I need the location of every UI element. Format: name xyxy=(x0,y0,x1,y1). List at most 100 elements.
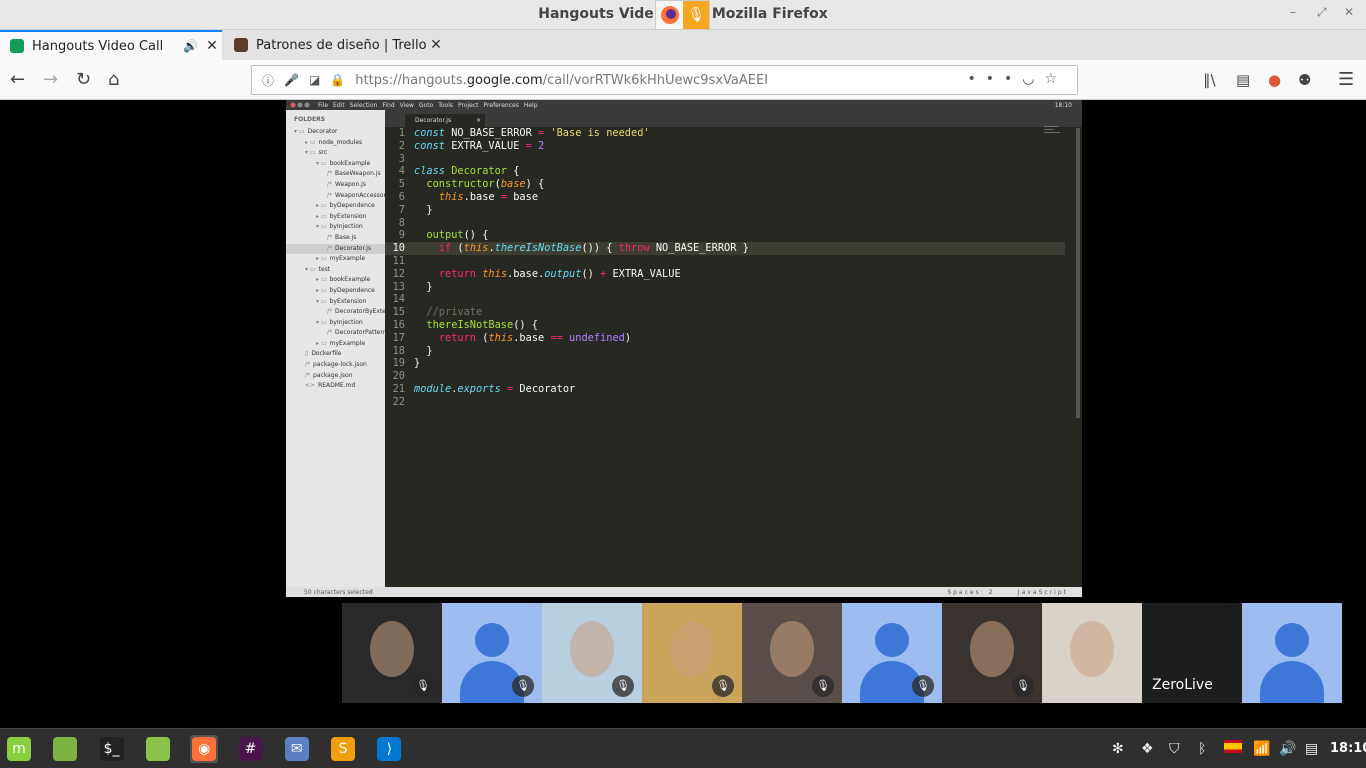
forward-icon[interactable]: → xyxy=(43,69,58,90)
file-tree-item[interactable]: /* Decorator.js xyxy=(286,243,385,255)
file-tree-item[interactable]: /*WeaponAccessories.js xyxy=(286,191,385,202)
file-tree-item[interactable]: ▯ Dockerfile xyxy=(286,349,385,360)
tree-item-icon: /* xyxy=(305,361,311,369)
line-number: 13 xyxy=(392,280,405,293)
slack-icon[interactable]: # xyxy=(237,735,265,763)
bluetooth-icon[interactable]: ᛒ xyxy=(1198,741,1206,757)
file-tree-item[interactable]: /* Weapon.js xyxy=(286,180,385,191)
participant-tile[interactable]: 🎙 xyxy=(842,603,942,703)
pocket-icon[interactable]: ◡ xyxy=(1022,71,1044,87)
page-actions-icon[interactable]: ••• xyxy=(967,71,1022,87)
mail-icon[interactable]: ✉ xyxy=(283,735,311,763)
firefox-icon[interactable]: ◉ xyxy=(190,735,219,763)
code-token: module xyxy=(414,382,452,395)
participant-tile[interactable]: 🎙 xyxy=(742,603,842,703)
duckduckgo-icon[interactable]: ● xyxy=(1268,71,1281,89)
notes-icon[interactable]: ▤ xyxy=(1305,741,1318,757)
tree-item-label: BaseWeapon.js xyxy=(335,170,381,178)
tab-hangouts[interactable]: Hangouts Video Call 🔊 ✕ xyxy=(0,30,222,60)
files-icon[interactable] xyxy=(51,735,79,763)
file-tree-item[interactable]: /* package.json xyxy=(286,371,385,382)
speaker-icon[interactable]: 🔊 xyxy=(183,39,198,53)
back-icon[interactable]: ← xyxy=(10,69,25,90)
sublime-icon[interactable]: S xyxy=(329,735,357,763)
file-tree-item[interactable]: /* Base.js xyxy=(286,233,385,244)
microphone-icon[interactable]: 🎙 xyxy=(683,1,709,29)
file-tree-item[interactable]: ▸ ▭ myExample xyxy=(286,339,385,350)
lock-icon[interactable]: 🔒 xyxy=(330,73,345,87)
tree-item-label: byExtension xyxy=(329,297,367,305)
shield-icon[interactable]: ⛉ xyxy=(1169,741,1180,757)
tab-label: Patrones de diseño | Trello xyxy=(256,37,426,53)
file-tree-item[interactable]: ▸ ▭ node_modules xyxy=(286,138,385,149)
taskbar-app-glyph: ⟩ xyxy=(377,737,402,761)
microphone-permission-icon[interactable]: 🎤 xyxy=(284,73,299,87)
file-tree-item[interactable]: ▸ ▭ byDependence xyxy=(286,286,385,297)
participant-tile[interactable]: 🎙 xyxy=(642,603,742,703)
url-bar[interactable]: ⓘ 🎤 ◪ 🔒 https://hangouts.google.com/call… xyxy=(251,65,1078,95)
file-tree-item[interactable]: /* package-lock.json xyxy=(286,360,385,371)
taskbar-app-glyph: $_ xyxy=(99,737,124,761)
file-tree-item[interactable]: /*DecoratorPatternByIn xyxy=(286,328,385,339)
file-tree-item[interactable]: ▾ ▭ byInjection xyxy=(286,318,385,329)
code-token: return xyxy=(438,331,477,344)
file-tree-item[interactable]: ▸ ▭ byExtension xyxy=(286,212,385,223)
tree-item-label: DecoratorPatternByIn xyxy=(335,329,385,337)
reload-icon[interactable]: ↻ xyxy=(76,69,91,90)
code-line: 20 xyxy=(385,370,1065,383)
volume-icon[interactable]: 🔊 xyxy=(1279,741,1296,757)
tab-trello[interactable]: Patrones de diseño | Trello ✕ xyxy=(224,30,446,60)
url-text[interactable]: https://hangouts.google.com/call/vorRTWk… xyxy=(355,73,768,88)
camera-blocked-icon[interactable]: ◪ xyxy=(309,73,320,87)
slack-tray-icon[interactable]: ✻ xyxy=(1112,741,1124,757)
library-icon[interactable]: ∥\ xyxy=(1203,71,1216,89)
file-tree-item[interactable]: /*DecoratorByExtension xyxy=(286,307,385,318)
bookmark-star-icon[interactable]: ☆ xyxy=(1044,71,1067,87)
extension-icon[interactable]: ⚉ xyxy=(1298,71,1311,89)
sidebar-icon[interactable]: ▤ xyxy=(1236,71,1250,89)
maximize-button[interactable]: ⤢ xyxy=(1317,5,1327,20)
dropbox-icon[interactable]: ❖ xyxy=(1141,741,1154,757)
participant-tile[interactable]: ZeroLive xyxy=(1142,603,1242,703)
file-tree-item[interactable]: ▸ ▭ byDependence xyxy=(286,201,385,212)
folders-header: FOLDERS xyxy=(294,116,326,123)
file-tree-item[interactable]: ▾ ▭ Decorator xyxy=(286,127,385,138)
wifi-icon[interactable]: 📶 xyxy=(1253,741,1270,757)
info-icon[interactable]: ⓘ xyxy=(262,72,274,89)
webrtc-sharing-indicator[interactable]: 🎙 xyxy=(655,0,710,30)
menu-icon[interactable]: ☰ xyxy=(1338,69,1354,90)
participant-tile[interactable]: 🎙 xyxy=(942,603,1042,703)
minimize-button[interactable]: – xyxy=(1290,5,1296,19)
close-tab-icon[interactable]: ✕ xyxy=(202,38,222,54)
file-tree-item[interactable]: ▸ ▭ myExample xyxy=(286,254,385,265)
tree-item-label: Decorator xyxy=(307,128,338,135)
taskbar-app-glyph: S xyxy=(331,737,356,761)
participant-tile[interactable]: 🎙 xyxy=(442,603,542,703)
file-tree-item[interactable]: /* BaseWeapon.js xyxy=(286,169,385,180)
file-tree-item[interactable]: ▾ ▭ test xyxy=(286,265,385,276)
mint-menu-icon[interactable]: m xyxy=(5,735,33,763)
vscode-icon[interactable]: ⟩ xyxy=(375,735,403,763)
participant-tile[interactable] xyxy=(1042,603,1142,703)
file-tree-item[interactable]: <> README.md xyxy=(286,381,385,392)
code-line: 13 } xyxy=(385,281,1065,294)
spanish-flag-icon[interactable] xyxy=(1224,740,1242,757)
home-icon[interactable]: ⌂ xyxy=(108,69,119,90)
close-tab-icon[interactable]: ✕ xyxy=(426,37,446,53)
file-tree-item[interactable]: ▾ ▭ byExtension xyxy=(286,297,385,308)
code-token: ) { xyxy=(525,178,545,191)
file-tree-item[interactable]: ▾ ▭ bookExample xyxy=(286,159,385,170)
terminal-icon[interactable]: $_ xyxy=(98,735,126,763)
participant-tile[interactable]: 🎙 xyxy=(542,603,642,703)
tree-item-label: Dockerfile xyxy=(311,350,342,358)
folder-icon[interactable] xyxy=(144,735,172,763)
file-tree-item[interactable]: ▾ ▭ byInjection xyxy=(286,222,385,233)
participant-tile[interactable]: 🎙 xyxy=(342,603,442,703)
editor-sidebar: FOLDERS ▾ ▭ Decorator ▸ ▭ node_modules ▾ ▭ sr… xyxy=(286,110,385,587)
hangouts-call-area: File Edit Selection Find View Goto Tools… xyxy=(0,100,1366,728)
close-window-button[interactable]: ✕ xyxy=(1344,5,1354,19)
file-tree-item[interactable]: ▸ ▭ bookExample xyxy=(286,275,385,286)
participant-face xyxy=(370,621,414,677)
participant-tile[interactable] xyxy=(1242,603,1342,703)
file-tree-item[interactable]: ▾ ▭ src xyxy=(286,148,385,159)
